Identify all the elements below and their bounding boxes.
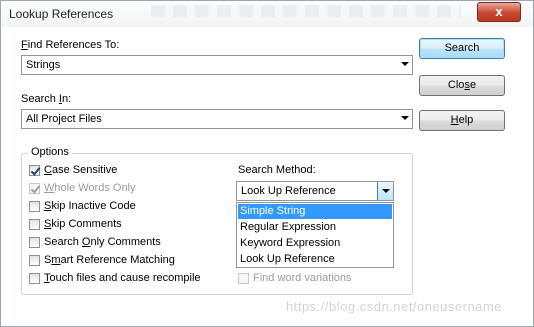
checkbox-label: Case Sensitive: [44, 164, 118, 176]
blurred-title-region: [151, 5, 461, 17]
checkbox-box[interactable]: [29, 219, 40, 230]
checkbox-box[interactable]: [29, 237, 40, 248]
checkbox-label: Smart Reference Matching: [44, 254, 175, 266]
search-method-combobox[interactable]: Look Up Reference: [236, 181, 394, 201]
chevron-down-icon[interactable]: [401, 62, 409, 66]
chevron-down-icon[interactable]: [382, 189, 390, 193]
title-bar: Lookup References x: [1, 1, 533, 27]
search-method-value: Look Up Reference: [241, 185, 336, 197]
checkbox-label: Skip Inactive Code: [44, 200, 136, 212]
checkbox-box[interactable]: [29, 255, 40, 266]
checkbox-label: Whole Words Only: [44, 182, 136, 194]
find-references-combobox[interactable]: Strings: [21, 55, 413, 75]
chevron-down-icon[interactable]: [401, 116, 409, 120]
checkbox-label: Touch files and cause recompile: [44, 272, 201, 284]
search-method-option-regular-expression[interactable]: Regular Expression: [238, 220, 392, 235]
checkbox-box[interactable]: [29, 165, 40, 176]
checkbox-label: Skip Comments: [44, 218, 122, 230]
search-in-value: All Project Files: [26, 113, 102, 125]
search-method-dropdown-list: Simple String Regular Expression Keyword…: [236, 202, 394, 268]
checkbox-label: Search Only Comments: [44, 236, 161, 248]
search-method-option-look-up-reference[interactable]: Look Up Reference: [238, 252, 392, 267]
window-title: Lookup References: [9, 7, 114, 21]
search-button[interactable]: Search: [419, 38, 505, 59]
dropdown-button[interactable]: [377, 182, 393, 200]
watermark-text: https://blog.csdn.net/oneusername: [286, 299, 502, 314]
checkbox-box[interactable]: [29, 273, 40, 284]
search-in-label: Search In:: [21, 93, 72, 105]
find-references-label: Find References To:: [21, 39, 120, 51]
search-method-label: Search Method:: [238, 164, 316, 176]
find-references-value: Strings: [26, 59, 61, 71]
window-close-button[interactable]: x: [477, 2, 521, 22]
search-method-option-simple-string[interactable]: Simple String: [238, 204, 392, 219]
checkbox-box[interactable]: [238, 273, 249, 284]
search-method-option-keyword-expression[interactable]: Keyword Expression: [238, 236, 392, 251]
checkbox-label: Find word variations: [253, 272, 352, 284]
help-button[interactable]: Help: [419, 110, 505, 131]
checkbox-box[interactable]: [29, 183, 40, 194]
checkbox-box[interactable]: [29, 201, 40, 212]
search-in-combobox[interactable]: All Project Files: [21, 109, 413, 129]
options-legend: Options: [28, 146, 72, 158]
lookup-references-dialog: Lookup References x Find References To: …: [0, 0, 534, 327]
close-button[interactable]: Close: [419, 75, 505, 96]
